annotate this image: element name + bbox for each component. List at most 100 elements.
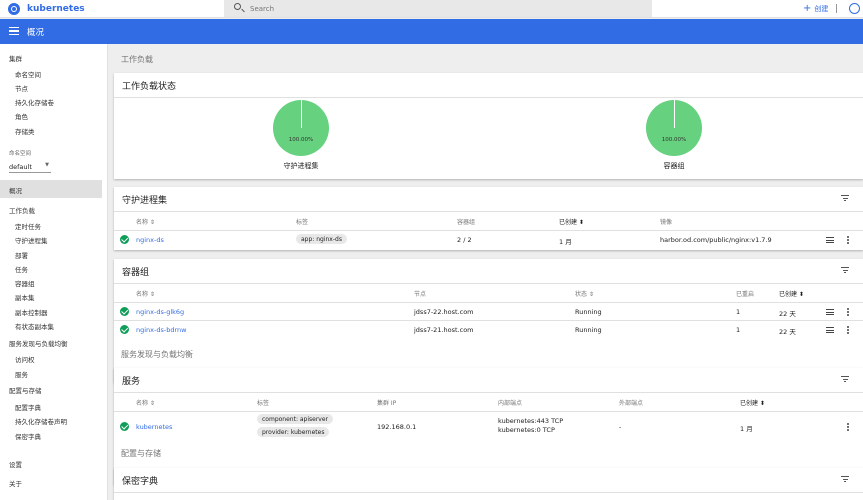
pods-card: 容器组 名称 ⇕ 节点 状态 ⇕ 已重启 已创建 ⬍ nginx-ds-glk6… (114, 259, 863, 383)
toolbar-divider (836, 4, 837, 13)
user-account-icon[interactable] (849, 3, 860, 14)
sidebar-item-config-storage[interactable]: 配置与存储 (9, 385, 42, 395)
section-title-workloads: 工作负载 (121, 55, 153, 64)
sidebar-item-secrets[interactable]: 保密字典 (15, 431, 41, 441)
sidebar-item-roles[interactable]: 角色 (15, 111, 28, 121)
column-header-external-endpoints: 外部端点 (619, 400, 644, 407)
label-chip: app: nginx-ds (296, 234, 347, 244)
sidebar-item-nodes[interactable]: 节点 (15, 83, 28, 93)
sidebar-item-namespaces[interactable]: 命名空间 (15, 69, 41, 79)
create-button[interactable]: + 创建 (803, 3, 828, 14)
card-title: 保密字典 (122, 477, 159, 487)
pod-name-link[interactable]: nginx-ds-glk6g (136, 308, 184, 316)
column-header-labels: 标签 (296, 219, 309, 226)
column-header-labels: 标签 (257, 400, 270, 407)
namespace-value: default (9, 163, 32, 171)
namespace-label: 命名空间 (9, 151, 32, 157)
pod-node: jdss7-22.host.com (414, 308, 474, 316)
section-title-config: 配置与存储 (121, 449, 161, 458)
namespace-select[interactable]: default ▼ (9, 161, 51, 173)
logs-icon[interactable] (826, 309, 834, 315)
status-ok-icon (120, 422, 129, 431)
more-actions-icon[interactable] (847, 326, 849, 334)
logs-icon[interactable] (826, 327, 834, 333)
filter-icon[interactable] (841, 195, 849, 201)
daemonset-name-link[interactable]: nginx-ds (136, 236, 164, 244)
pod-restarts: 1 (736, 326, 741, 334)
sidebar-item-pods[interactable]: 容器组 (15, 278, 35, 288)
sidebar-item-services[interactable]: 服务 (15, 369, 28, 379)
kubernetes-logo-icon[interactable] (8, 3, 20, 15)
card-title: 服务 (122, 377, 141, 387)
pod-status: Running (575, 326, 602, 334)
column-header-name[interactable]: 名称 ⇕ (136, 289, 155, 298)
sidebar-item-discovery[interactable]: 服务发现与负载均衡 (9, 338, 68, 348)
sidebar-item-storage-classes[interactable]: 存储类 (15, 126, 35, 136)
column-header-cluster-ip: 集群 IP (377, 400, 397, 407)
sidebar-item-replica-sets[interactable]: 副本集 (15, 292, 35, 302)
card-title: 容器组 (122, 268, 150, 278)
divider (114, 302, 863, 303)
column-header-pods: 容器组 (457, 219, 476, 226)
sidebar-item-settings[interactable]: 设置 (9, 459, 22, 469)
external-endpoint: - (619, 423, 622, 431)
pod-status-pie-chart: 100.00% (646, 100, 702, 156)
pie-value: 100.00% (661, 137, 687, 143)
column-header-created[interactable]: 已创建 ⬍ (779, 289, 804, 298)
title-bar: 概况 (0, 19, 863, 44)
card-title: 工作负载状态 (122, 82, 177, 92)
label-chip: provider: kubernetes (257, 427, 330, 437)
plus-icon: + (803, 3, 812, 14)
more-actions-icon[interactable] (847, 308, 849, 316)
sidebar-item-deployments[interactable]: 部署 (15, 250, 28, 260)
sidebar-item-cron-jobs[interactable]: 定时任务 (15, 221, 41, 231)
logs-icon[interactable] (826, 237, 834, 243)
sidebar-item-jobs[interactable]: 任务 (15, 264, 28, 274)
internal-endpoint: kubernetes:0 TCP (498, 426, 555, 434)
sidebar-item-about[interactable]: 关于 (9, 478, 22, 488)
sidebar-item-ingresses[interactable]: 访问权 (15, 354, 35, 364)
filter-icon[interactable] (841, 376, 849, 382)
daemonset-status-pie-chart: 100.00% (273, 100, 329, 156)
sidebar-item-replication-controllers[interactable]: 副本控制器 (15, 307, 48, 317)
workload-status-card: 工作负载状态 100.00% 守护进程集 100.00% 容器组 (114, 73, 863, 179)
more-actions-icon[interactable] (847, 423, 849, 431)
sidebar-item-pvcs[interactable]: 持久化存储卷声明 (15, 416, 67, 426)
created-age: 1 月 (559, 238, 572, 246)
column-header-name[interactable]: 名称 ⇕ (136, 398, 155, 407)
more-actions-icon[interactable] (847, 236, 849, 244)
section-title-discovery: 服务发现与负载均衡 (121, 350, 193, 359)
column-header-created[interactable]: 已创建 ⬍ (559, 217, 584, 226)
sidebar-item-config-maps[interactable]: 配置字典 (15, 402, 41, 412)
internal-endpoint: kubernetes:443 TCP (498, 417, 564, 425)
card-title: 守护进程集 (122, 196, 168, 206)
search-box[interactable] (224, 0, 652, 17)
divider (114, 97, 863, 98)
sidebar-item-persistent-volumes[interactable]: 持久化存储卷 (15, 97, 54, 107)
pod-name-link[interactable]: nginx-ds-bdrnw (136, 326, 186, 334)
column-header-restarts: 已重启 (736, 291, 755, 298)
sidebar-item-cluster[interactable]: 集群 (9, 53, 22, 63)
filter-icon[interactable] (841, 476, 849, 482)
sidebar-item-stateful-sets[interactable]: 有状态副本集 (15, 321, 54, 331)
image-name: harbor.od.com/public/nginx:v1.7.9 (660, 236, 772, 244)
search-input[interactable] (250, 3, 630, 14)
column-header-created[interactable]: 已创建 ⬍ (740, 398, 765, 407)
divider (114, 411, 863, 412)
brand-name[interactable]: kubernetes (27, 4, 85, 14)
cluster-ip: 192.168.0.1 (377, 423, 417, 431)
sidebar-item-workloads[interactable]: 工作负载 (9, 205, 35, 215)
top-toolbar: kubernetes +创建 (0, 0, 863, 18)
column-header-status[interactable]: 状态 ⇕ (575, 289, 594, 298)
service-name-link[interactable]: kubernetes (136, 423, 172, 431)
column-header-name[interactable]: 名称 ⇕ (136, 217, 155, 226)
status-ok-icon (120, 307, 129, 316)
filter-icon[interactable] (841, 267, 849, 273)
divider (114, 392, 863, 393)
pie-label: 守护进程集 (283, 162, 319, 170)
hamburger-menu-icon[interactable] (9, 27, 19, 35)
column-header-image: 镜像 (660, 219, 673, 226)
pods-count: 2 / 2 (457, 236, 472, 244)
sidebar-item-daemon-sets[interactable]: 守护进程集 (15, 235, 48, 245)
sidebar-item-overview[interactable]: 概况 (9, 185, 22, 195)
